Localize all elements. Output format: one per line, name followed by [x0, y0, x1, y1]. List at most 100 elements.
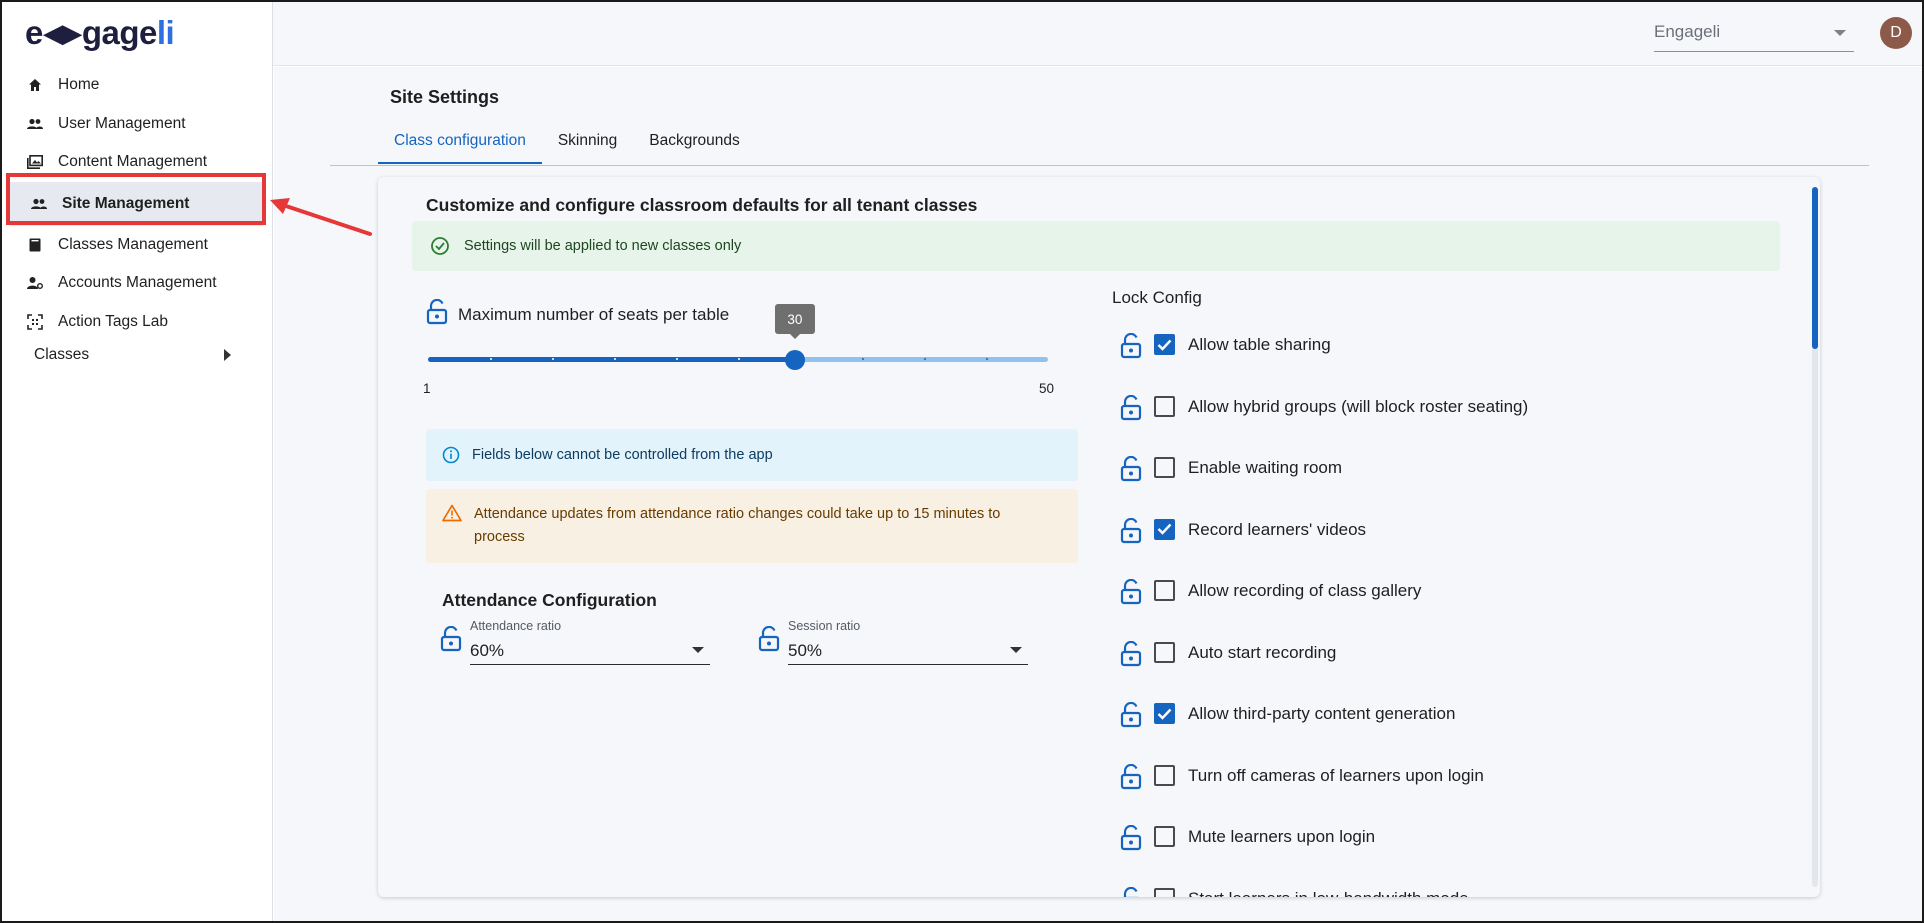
avatar[interactable]: D: [1880, 17, 1912, 49]
card-scrollbar[interactable]: [1812, 187, 1818, 887]
lock-open-icon[interactable]: [1120, 332, 1142, 364]
avatar-initial: D: [1890, 24, 1902, 41]
sidebar-item-label: Content Management: [58, 153, 208, 171]
sidebar-item-accounts-management[interactable]: Accounts Management: [0, 264, 273, 303]
lock-config-item-label: Auto start recording: [1188, 642, 1337, 662]
lock-config-item-label: Allow recording of class gallery: [1188, 581, 1422, 600]
session-ratio-label: Session ratio: [788, 619, 861, 633]
lock-open-icon[interactable]: [1120, 824, 1142, 856]
people-icon: [30, 195, 48, 213]
attendance-config-title: Attendance Configuration: [442, 590, 657, 610]
photo-library-icon: [26, 153, 44, 171]
lock-open-icon[interactable]: [426, 298, 448, 330]
tenant-select[interactable]: Engageli: [1654, 18, 1854, 52]
sidebar-item-label: Classes Management: [58, 235, 208, 253]
slider-max-label: 50: [1039, 381, 1055, 396]
lock-open-icon[interactable]: [1120, 455, 1142, 487]
lock-config-item-label: Start learners in low-bandwidth mode: [1188, 888, 1469, 898]
warning-icon: [442, 504, 462, 522]
sidebar-item-label: Action Tags Lab: [58, 312, 169, 330]
checkbox-unchecked[interactable]: [1154, 887, 1175, 897]
lock-config-item-label: Enable waiting room: [1188, 458, 1343, 477]
checkbox-unchecked[interactable]: [1154, 826, 1175, 847]
main-content: Site Settings Class configuration Skinni…: [274, 67, 1922, 921]
lock-open-icon[interactable]: [440, 625, 462, 657]
lock-config-item-allow-recording-of-class-gallery: Allow recording of class gallery: [1120, 574, 1780, 636]
attendance-ratio-label: Attendance ratio: [470, 619, 562, 633]
slider-tick-mark: [924, 358, 926, 360]
sidebar-item-action-tags-lab[interactable]: Action Tags Lab: [0, 303, 273, 342]
account-settings-icon: [26, 274, 44, 292]
lock-open-icon[interactable]: [1120, 701, 1142, 733]
lock-open-icon[interactable]: [1120, 578, 1142, 610]
lock-open-icon[interactable]: [1120, 763, 1142, 795]
lock-config-item-allow-table-sharing: Allow table sharing: [1120, 328, 1780, 390]
lock-config-item-label: Allow hybrid groups (will block roster s…: [1188, 396, 1529, 416]
slider-tick-mark: [986, 358, 988, 360]
sidebar-item-home[interactable]: Home: [0, 66, 273, 105]
success-alert-text: Settings will be applied to new classes …: [464, 238, 742, 254]
attendance-ratio-value: 60%: [470, 641, 505, 660]
warning-alert-text: Attendance updates from attendance ratio…: [474, 506, 1001, 545]
sidebar-classes-toggle[interactable]: Classes: [34, 346, 234, 364]
lock-config-item-label: Turn off cameras of learners upon login: [1188, 765, 1484, 785]
chevron-down-icon: [692, 647, 704, 653]
slider-tick-mark: [676, 358, 678, 360]
lock-config-list: Allow table sharing Allow hybrid groups (…: [1120, 328, 1780, 897]
chevron-down-icon: [1834, 30, 1846, 36]
slider-tick-mark: [552, 358, 554, 360]
engageli-logo[interactable]: e◀▶gageli: [25, 14, 175, 52]
chevron-down-icon: [1010, 647, 1022, 653]
attendance-ratio-select[interactable]: Attendance ratio 60%: [470, 619, 710, 665]
lock-open-icon[interactable]: [758, 625, 780, 657]
lock-config-item-enable-waiting-room: Enable waiting room: [1120, 451, 1780, 513]
tab-class-configuration[interactable]: Class configuration: [378, 122, 542, 164]
checkbox-unchecked[interactable]: [1154, 457, 1175, 478]
tab-backgrounds[interactable]: Backgrounds: [633, 122, 755, 164]
warning-alert: Attendance updates from attendance ratio…: [426, 489, 1078, 563]
checkbox-unchecked[interactable]: [1154, 641, 1175, 663]
scrollbar-thumb[interactable]: [1812, 187, 1818, 349]
lock-open-icon[interactable]: [1120, 640, 1142, 672]
seats-per-table-text: Maximum number of seats per table: [458, 304, 730, 324]
class-config-card: Customize and configure classroom defaul…: [378, 177, 1820, 897]
sidebar-item-classes-management[interactable]: Classes Management: [0, 226, 273, 265]
slider-tick-mark: [862, 358, 864, 360]
sidebar-item-label: Home: [58, 76, 100, 94]
session-ratio-select[interactable]: Session ratio 50%: [788, 619, 1028, 665]
tenant-select-value: Engageli: [1654, 22, 1721, 41]
sidebar-item-user-management[interactable]: User Management: [0, 105, 273, 144]
checkbox-unchecked[interactable]: [1154, 395, 1175, 417]
lock-config-title: Lock Config: [1112, 288, 1202, 307]
sidebar-item-label: Site Management: [62, 194, 190, 212]
checkbox-unchecked[interactable]: [1154, 580, 1175, 601]
sidebar: e◀▶gageli Home User Management Content Man…: [0, 0, 273, 923]
checkbox-checked[interactable]: [1154, 703, 1175, 724]
caret-right-icon: [224, 349, 231, 361]
tab-skinning[interactable]: Skinning: [542, 122, 633, 164]
slider-min-label: 1: [423, 381, 431, 396]
seats-per-table-label: Maximum number of seats per table: [426, 298, 730, 330]
settings-tabs: Class configuration Skinning Backgrounds: [378, 122, 756, 164]
sidebar-item-site-management[interactable]: Site Management: [10, 181, 263, 226]
slider-value-label: 30: [774, 304, 815, 339]
lock-config-item-allow-hybrid-groups-will-block-roster-seating: Allow hybrid groups (will block roster s…: [1120, 390, 1780, 452]
slider-tick-mark: [490, 358, 492, 360]
lock-config-item-label: Allow table sharing: [1188, 335, 1331, 354]
lock-config-item-label: Mute learners upon login: [1188, 827, 1376, 846]
sidebar-item-content-management[interactable]: Content Management: [0, 143, 273, 182]
attendance-ratio-field: Attendance ratio 60%: [440, 619, 710, 665]
book-icon: [26, 236, 44, 254]
lock-open-icon[interactable]: [1120, 886, 1142, 897]
lock-open-icon[interactable]: [1120, 394, 1142, 426]
lock-open-icon[interactable]: [1120, 517, 1142, 549]
check-circle-icon: [430, 236, 450, 256]
home-icon: [26, 76, 44, 94]
checkbox-unchecked[interactable]: [1154, 764, 1175, 786]
checkbox-checked[interactable]: [1154, 334, 1175, 355]
seats-slider[interactable]: 30: [428, 304, 1048, 370]
session-ratio-value: 50%: [788, 641, 823, 660]
checkbox-checked[interactable]: [1154, 518, 1175, 540]
slider-thumb[interactable]: [784, 350, 805, 370]
lock-config-item-label: Allow third-party content generation: [1188, 704, 1456, 723]
